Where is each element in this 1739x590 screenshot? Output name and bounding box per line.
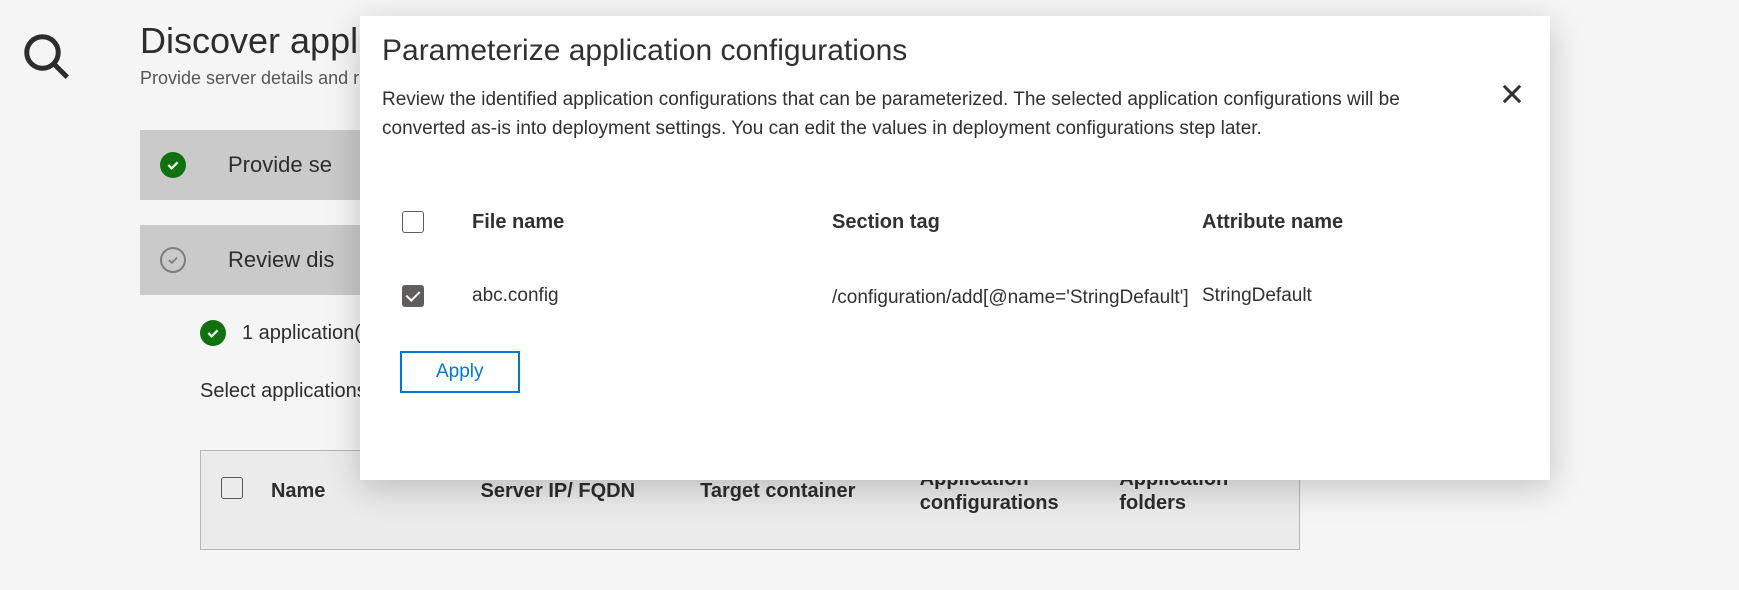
close-button[interactable] xyxy=(1494,76,1530,115)
attribute-name-cell: StringDefault xyxy=(1202,285,1502,307)
section-tag-cell: /configuration/add[@name='StringDefault'… xyxy=(832,285,1052,312)
select-applications-label: Select applications xyxy=(200,380,367,403)
select-all-configs-checkbox[interactable] xyxy=(402,211,424,233)
search-icon xyxy=(20,30,74,89)
check-icon xyxy=(200,320,226,346)
close-icon xyxy=(1498,80,1526,108)
check-outline-icon xyxy=(160,247,186,273)
column-server-ip: Server IP/ FQDN xyxy=(481,480,681,503)
apply-button[interactable]: Apply xyxy=(400,351,520,393)
column-section-tag: Section tag xyxy=(832,211,1192,234)
select-all-checkbox xyxy=(221,477,243,499)
parameterize-modal: Parameterize application configurations … xyxy=(360,16,1550,480)
file-name-cell: abc.config xyxy=(472,285,822,307)
config-header: File name Section tag Attribute name xyxy=(382,203,1522,247)
summary-text: 1 application( xyxy=(242,322,361,345)
modal-description: Review the identified application config… xyxy=(382,86,1482,143)
application-summary: 1 application( xyxy=(200,320,361,346)
step-label: Review dis xyxy=(228,247,334,273)
column-attribute-name: Attribute name xyxy=(1202,211,1502,234)
modal-title: Parameterize application configurations xyxy=(382,34,1522,68)
step-label: Provide se xyxy=(228,152,332,178)
config-row: abc.config /configuration/add[@name='Str… xyxy=(382,277,1522,321)
config-row-checkbox[interactable] xyxy=(402,285,424,307)
config-table: File name Section tag Attribute name abc… xyxy=(382,203,1522,321)
page-subtitle: Provide server details and run xyxy=(140,68,379,89)
check-icon xyxy=(160,152,186,178)
column-name: Name xyxy=(271,480,461,503)
column-target: Target container xyxy=(700,480,900,503)
column-file-name: File name xyxy=(472,211,822,234)
